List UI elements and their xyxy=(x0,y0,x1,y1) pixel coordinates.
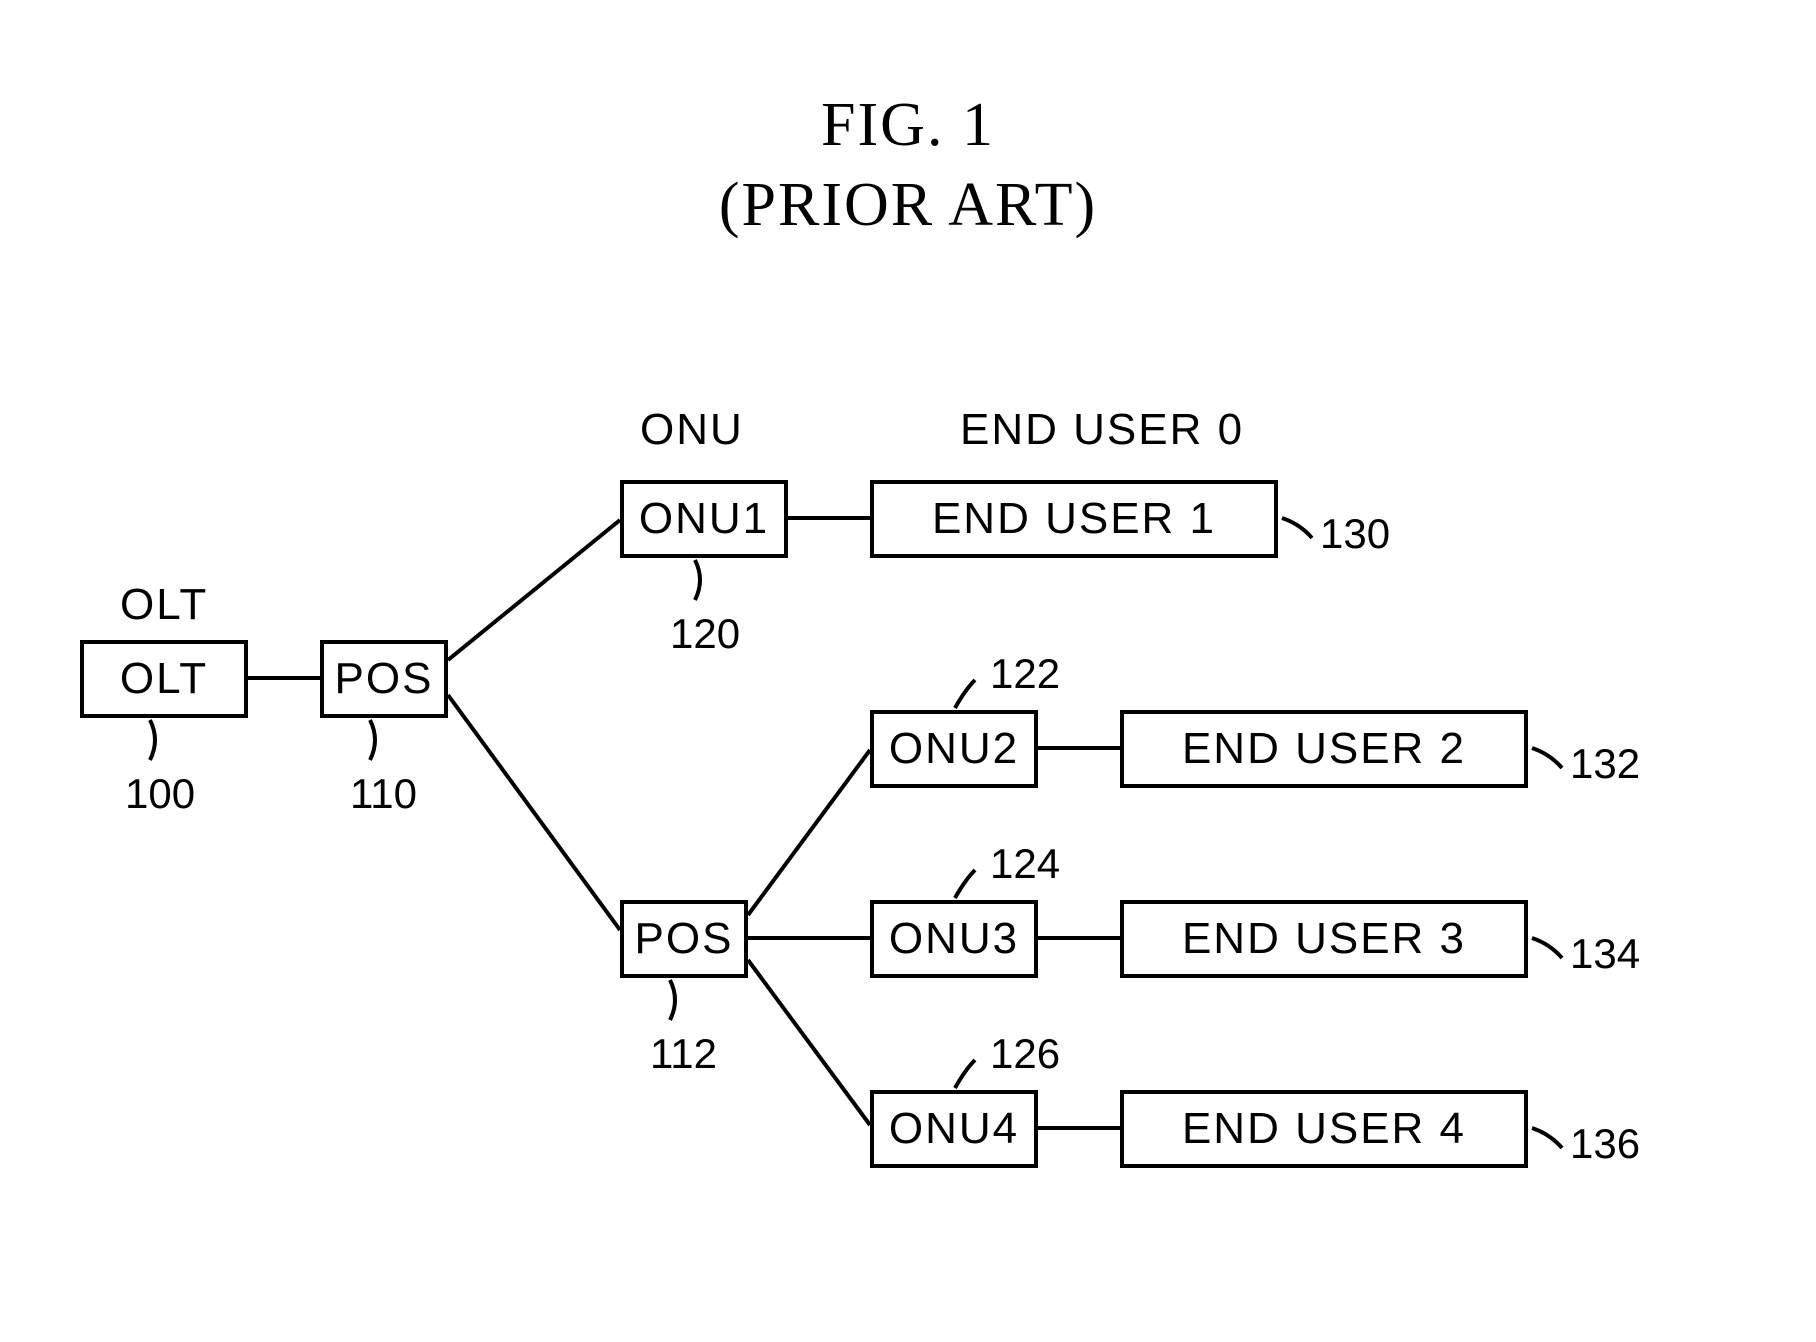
onu2-ref: 122 xyxy=(990,650,1060,698)
pos1-box: POS xyxy=(320,640,448,718)
pos1-box-label: POS xyxy=(324,644,444,714)
olt-box: OLT xyxy=(80,640,248,718)
figure-subtitle: (PRIOR ART) xyxy=(0,170,1816,241)
eu3-box-label: END USER 3 xyxy=(1124,904,1524,974)
eu2-ref: 132 xyxy=(1570,740,1640,788)
eu4-box-label: END USER 4 xyxy=(1124,1094,1524,1164)
olt-box-label: OLT xyxy=(84,644,244,714)
diagram-stage: FIG. 1 (PRIOR ART) OLT ONU END USER 0 OL… xyxy=(0,0,1816,1342)
pos1-ref: 110 xyxy=(350,770,417,818)
onu4-box-label: ONU4 xyxy=(874,1094,1034,1164)
pos2-box: POS xyxy=(620,900,748,978)
onu2-box: ONU2 xyxy=(870,710,1038,788)
eu4-ref: 136 xyxy=(1570,1120,1640,1168)
eu2-box-label: END USER 2 xyxy=(1124,714,1524,784)
olt-ref: 100 xyxy=(125,770,195,818)
pos2-box-label: POS xyxy=(624,904,744,974)
onu1-box: ONU1 xyxy=(620,480,788,558)
eu4-box: END USER 4 xyxy=(1120,1090,1528,1168)
onu3-box-label: ONU3 xyxy=(874,904,1034,974)
eu2-box: END USER 2 xyxy=(1120,710,1528,788)
olt-header: OLT xyxy=(120,580,208,630)
eu3-ref: 134 xyxy=(1570,930,1640,978)
onu3-box: ONU3 xyxy=(870,900,1038,978)
onu1-ref: 120 xyxy=(670,610,740,658)
onu3-ref: 124 xyxy=(990,840,1060,888)
pos2-ref: 112 xyxy=(650,1030,717,1078)
eu1-box-label: END USER 1 xyxy=(874,484,1274,554)
eu1-ref: 130 xyxy=(1320,510,1390,558)
end-user-0-header: END USER 0 xyxy=(960,405,1244,455)
onu-header: ONU xyxy=(640,405,744,455)
onu1-box-label: ONU1 xyxy=(624,484,784,554)
eu3-box: END USER 3 xyxy=(1120,900,1528,978)
onu4-box: ONU4 xyxy=(870,1090,1038,1168)
figure-number: FIG. 1 xyxy=(0,90,1816,161)
onu2-box-label: ONU2 xyxy=(874,714,1034,784)
eu1-box: END USER 1 xyxy=(870,480,1278,558)
onu4-ref: 126 xyxy=(990,1030,1060,1078)
